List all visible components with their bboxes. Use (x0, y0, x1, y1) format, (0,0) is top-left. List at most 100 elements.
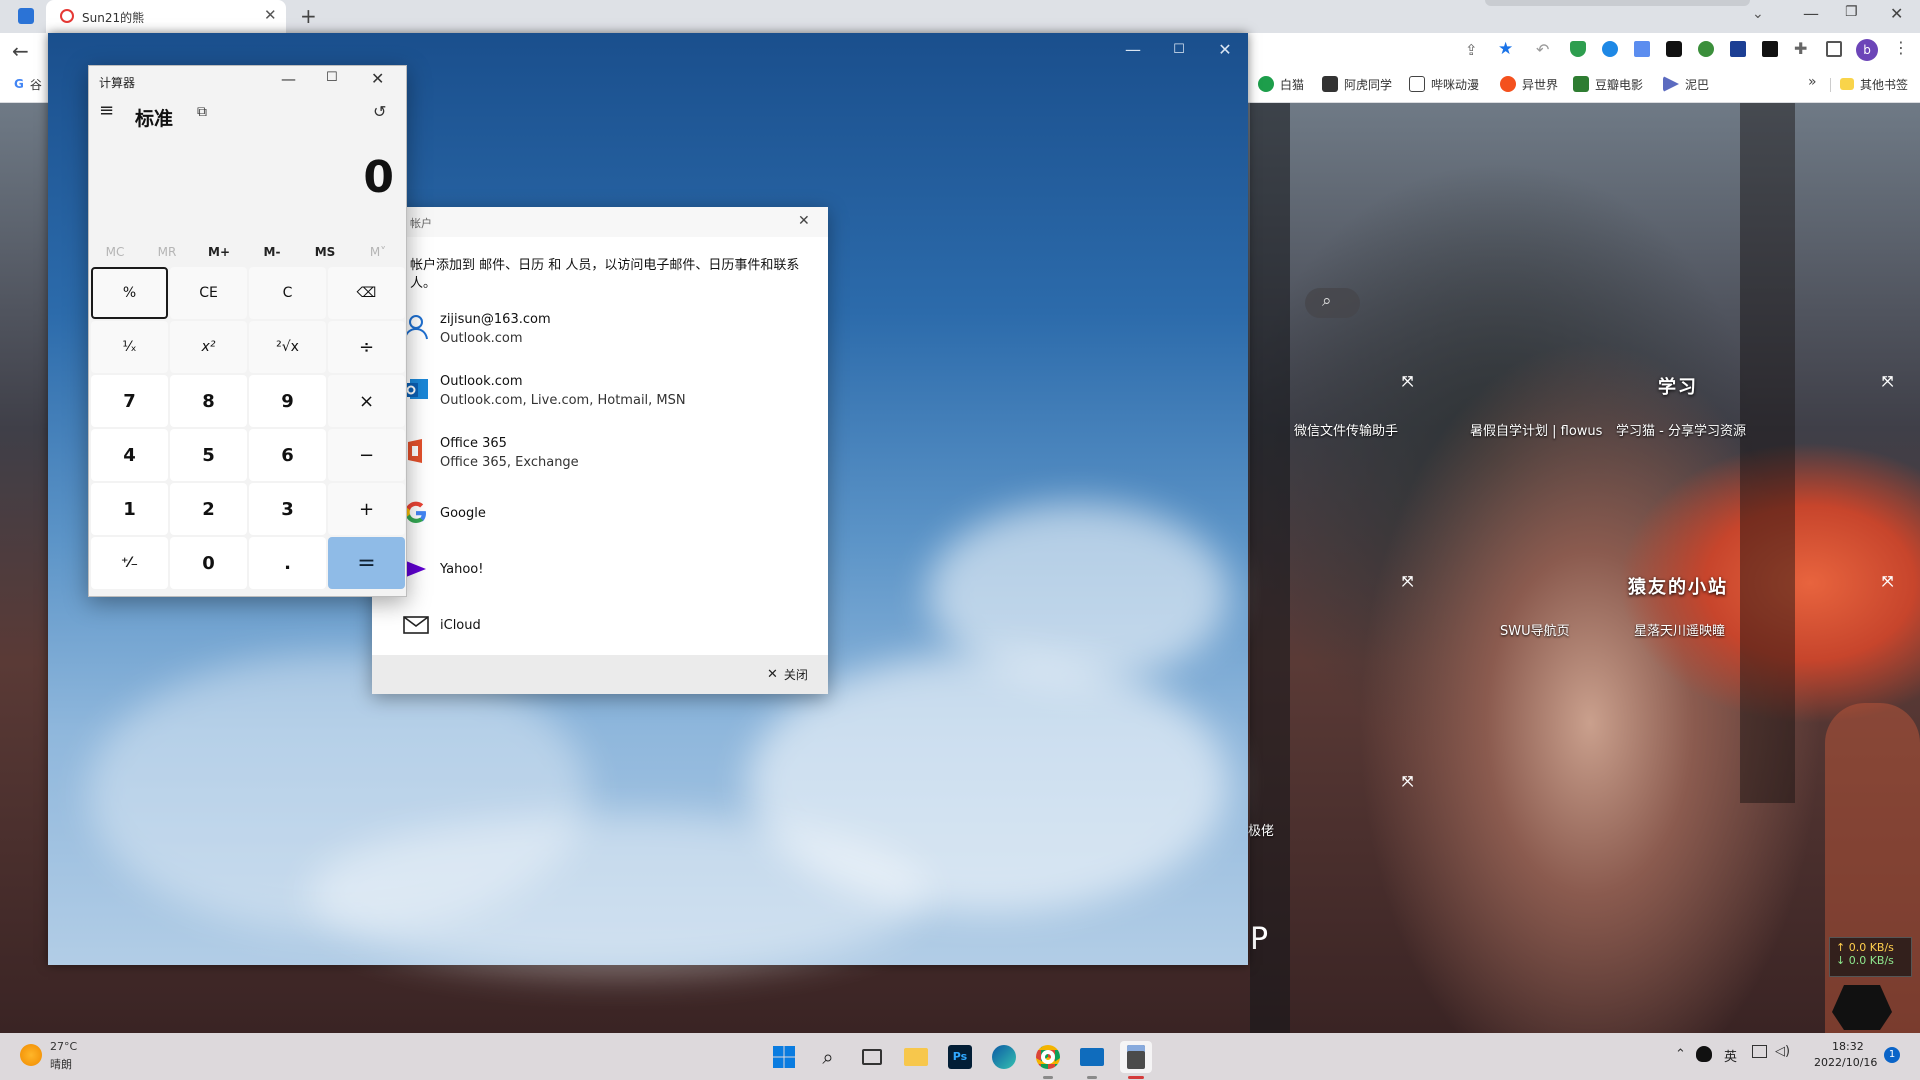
digit-4-button[interactable]: 4 (91, 429, 168, 481)
network-icon[interactable] (1752, 1045, 1767, 1058)
weather-description[interactable]: 晴朗 (50, 1056, 72, 1072)
digit-0-button[interactable]: 0 (170, 537, 247, 589)
browser-restore-button[interactable]: ❐ (1845, 4, 1858, 20)
circle-extension-icon[interactable] (1602, 41, 1618, 57)
browser-minimize-button[interactable]: — (1803, 4, 1819, 23)
sidepanel-icon[interactable] (1826, 41, 1842, 57)
glasses-extension-icon[interactable] (1666, 41, 1682, 57)
history-icon[interactable]: ↺ (373, 102, 386, 121)
site-link[interactable]: 学习猫 - 分享学习资源 (1616, 420, 1746, 439)
equals-button[interactable]: = (328, 537, 405, 589)
extensions-puzzle-icon[interactable]: ✚ (1794, 39, 1807, 58)
mail-minimize-button[interactable]: — (1110, 35, 1156, 65)
colorful-extension-icon[interactable] (1698, 41, 1714, 57)
subtract-button[interactable]: − (328, 429, 405, 481)
mail-maximize-button[interactable]: ☐ (1156, 35, 1202, 65)
calc-maximize-button[interactable]: ☐ (326, 70, 338, 85)
calculator-app-icon[interactable] (1120, 1041, 1152, 1079)
account-option[interactable]: Outlook.com Outlook.com, Live.com, Hotma… (372, 365, 828, 421)
weather-sun-icon[interactable] (20, 1044, 42, 1066)
clock-time[interactable]: 18:32 (1832, 1040, 1864, 1053)
site-link[interactable]: SWU导航页 (1500, 620, 1570, 639)
tab-close-icon[interactable]: ✕ (264, 6, 277, 24)
bookmark-partial[interactable]: G 谷 (14, 72, 42, 96)
expand-icon[interactable]: ⤧ (1402, 574, 1413, 590)
i-extension-icon[interactable] (1762, 41, 1778, 57)
decimal-button[interactable]: . (249, 537, 326, 589)
input-method-indicator[interactable]: 英 (1724, 1046, 1737, 1065)
bookmark-item-5[interactable]: 泥巴 (1663, 72, 1709, 96)
digit-1-button[interactable]: 1 (91, 483, 168, 535)
shield-extension-icon[interactable] (1570, 41, 1586, 57)
site-link-partial[interactable]: 极佬 (1248, 820, 1274, 839)
account-option[interactable]: Office 365 Office 365, Exchange (372, 427, 828, 483)
expand-icon[interactable]: ⤧ (1882, 374, 1893, 390)
digit-5-button[interactable]: 5 (170, 429, 247, 481)
browser-tab[interactable]: Sun21的熊 ✕ (46, 0, 286, 33)
clear-button[interactable]: C (249, 267, 326, 319)
divide-button[interactable]: ÷ (328, 321, 405, 373)
negate-button[interactable]: ⁺⁄₋ (91, 537, 168, 589)
edge-icon[interactable] (988, 1041, 1020, 1073)
account-option[interactable]: Google (372, 489, 828, 545)
percent-button[interactable]: % (91, 267, 168, 319)
square-root-button[interactable]: ²√x (249, 321, 326, 373)
account-option[interactable]: iCloud (372, 601, 828, 657)
weather-temperature[interactable]: 27°C (50, 1040, 77, 1053)
tray-chevron-icon[interactable]: ⌃ (1675, 1047, 1686, 1062)
dialog-close-button[interactable]: ✕ 关闭 (767, 666, 808, 683)
site-link[interactable]: 暑假自学计划 | flowus (1470, 420, 1602, 439)
mail-app-icon[interactable] (1076, 1041, 1108, 1079)
bookmark-item-1[interactable]: 阿虎同学 (1322, 72, 1392, 96)
multiply-button[interactable]: × (328, 375, 405, 427)
memory-list-button[interactable]: M˅ (352, 245, 404, 259)
other-bookmarks[interactable]: 其他书签 (1840, 72, 1908, 96)
memory-recall-button[interactable]: MR (141, 245, 193, 259)
add-button[interactable]: + (328, 483, 405, 535)
browser-close-button[interactable]: ✕ (1890, 4, 1903, 23)
backspace-button[interactable]: ⌫ (328, 267, 405, 319)
bookmark-item-4[interactable]: 豆瓣电影 (1573, 72, 1643, 96)
bookmark-item-2[interactable]: 哔咪动漫 (1409, 72, 1479, 96)
calc-close-button[interactable]: ✕ (371, 69, 384, 88)
hamburger-menu-icon[interactable]: ≡ (99, 100, 114, 121)
clear-entry-button[interactable]: CE (170, 267, 247, 319)
file-explorer-icon[interactable] (900, 1041, 932, 1073)
profile-avatar[interactable]: b (1856, 39, 1878, 61)
search-taskbar-icon[interactable]: ⌕ (812, 1041, 844, 1073)
digit-3-button[interactable]: 3 (249, 483, 326, 535)
qq-tray-icon[interactable] (1696, 1046, 1712, 1062)
browser-app-icon[interactable] (18, 8, 34, 24)
memory-add-button[interactable]: M+ (193, 245, 245, 259)
expand-icon[interactable]: ⤧ (1882, 574, 1893, 590)
site-link[interactable]: 星落天川遥映瞳 (1634, 620, 1725, 639)
memory-clear-button[interactable]: MC (89, 245, 141, 259)
chrome-icon[interactable] (1032, 1041, 1064, 1079)
notification-badge[interactable]: 1 (1884, 1047, 1900, 1063)
bookmark-item-3[interactable]: 异世界 (1500, 72, 1558, 96)
tab-search-chevron-icon[interactable]: ⌄ (1752, 6, 1764, 22)
bookmark-item-0[interactable]: 白猫 (1258, 72, 1304, 96)
bookmark-star-icon[interactable]: ★ (1498, 39, 1513, 59)
share-icon[interactable]: ⇪ (1465, 41, 1478, 59)
flag-extension-icon[interactable] (1730, 41, 1746, 57)
calc-minimize-button[interactable]: — (281, 70, 296, 88)
mail-close-button[interactable]: ✕ (1202, 35, 1248, 65)
dialog-close-icon[interactable]: ✕ (798, 213, 810, 229)
digit-7-button[interactable]: 7 (91, 375, 168, 427)
digit-8-button[interactable]: 8 (170, 375, 247, 427)
reply-extension-icon[interactable]: ↶ (1536, 40, 1549, 59)
back-arrow-icon[interactable]: ← (12, 39, 29, 63)
clock-date[interactable]: 2022/10/16 (1814, 1056, 1877, 1069)
keep-on-top-icon[interactable]: ⧉ (197, 104, 207, 120)
browser-menu-icon[interactable]: ⋮ (1893, 38, 1909, 57)
image-extension-icon[interactable] (1634, 41, 1650, 57)
task-view-icon[interactable] (856, 1041, 888, 1073)
site-link[interactable]: 微信文件传输助手 (1294, 420, 1398, 439)
volume-icon[interactable]: ◁) (1775, 1044, 1790, 1059)
start-button[interactable] (768, 1041, 800, 1073)
memory-subtract-button[interactable]: M- (246, 245, 298, 259)
new-tab-button[interactable]: + (300, 4, 317, 28)
reciprocal-button[interactable]: ¹⁄ₓ (91, 321, 168, 373)
digit-2-button[interactable]: 2 (170, 483, 247, 535)
